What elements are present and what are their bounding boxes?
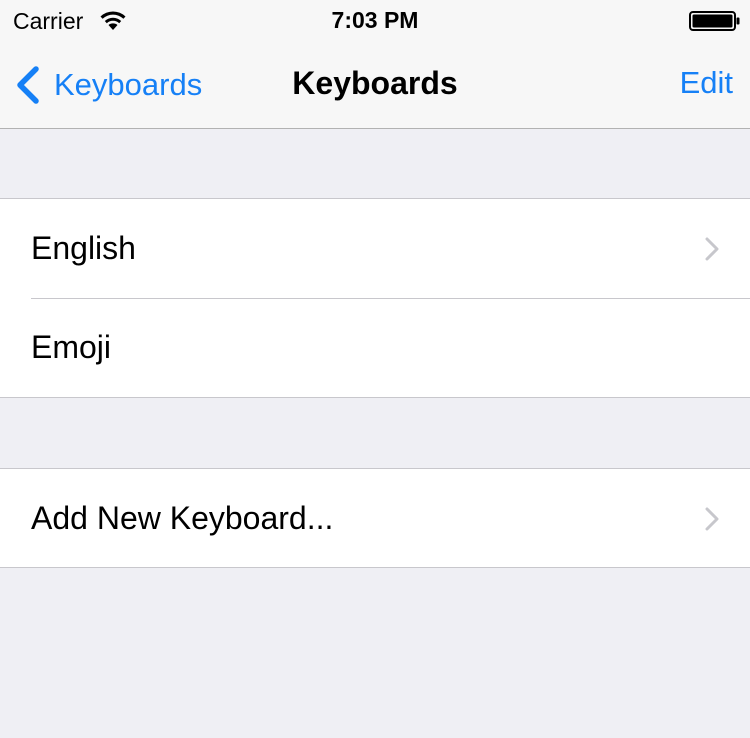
keyboards-list: English Emoji <box>0 198 750 398</box>
chevron-right-icon <box>705 237 719 261</box>
status-time: 7:03 PM <box>331 7 419 33</box>
chevron-right-icon <box>705 507 719 531</box>
keyboards-screen: Carrier 7:03 PM Keyboards Keyboards Edit… <box>0 0 750 738</box>
keyboard-row-label: English <box>31 230 136 266</box>
status-bar: Carrier 7:03 PM <box>0 0 750 40</box>
keyboard-row-label: Emoji <box>31 329 112 365</box>
add-keyboard-section: Add New Keyboard... <box>0 468 750 568</box>
add-new-keyboard-row[interactable]: Add New Keyboard... <box>0 469 750 568</box>
add-new-keyboard-label: Add New Keyboard... <box>31 500 334 536</box>
keyboard-row-english[interactable]: English <box>0 199 750 298</box>
keyboard-row-emoji[interactable]: Emoji <box>0 298 750 397</box>
navigation-bar: Keyboards Keyboards Edit <box>0 40 750 129</box>
edit-button[interactable]: Edit <box>680 65 733 101</box>
battery-icon <box>689 11 740 31</box>
page-title: Keyboards <box>292 65 458 101</box>
